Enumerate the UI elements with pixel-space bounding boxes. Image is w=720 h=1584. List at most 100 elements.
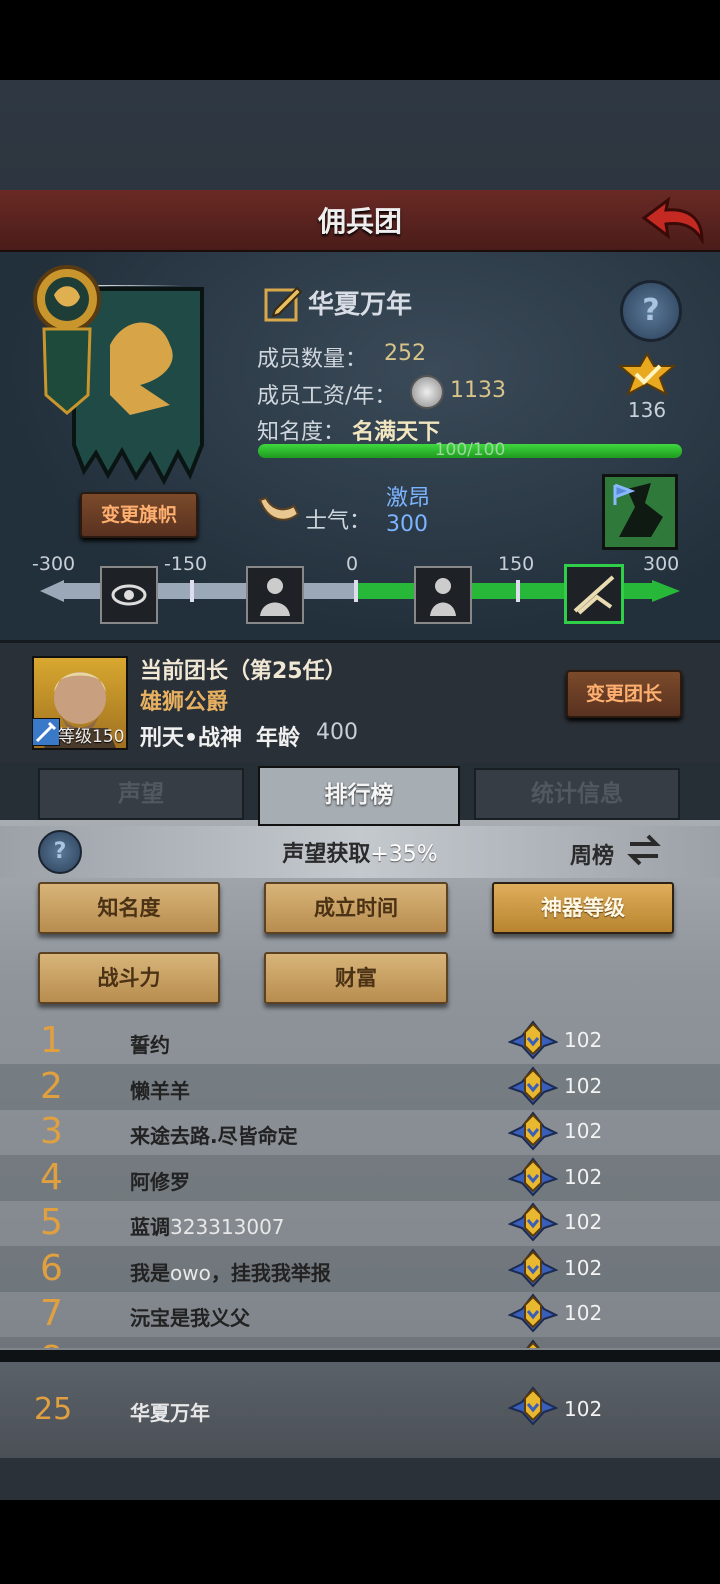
reputation-bonus: 声望获取+35% [200, 836, 520, 868]
calm-state-icon [414, 566, 472, 624]
table-row[interactable]: 3 来途去路.尽皆命定 102 [0, 1109, 720, 1155]
edit-name-icon[interactable] [263, 282, 303, 322]
bonus-label: 声望获取 [282, 842, 371, 867]
bottom-area [0, 1510, 720, 1584]
rank-value: 102 [564, 1164, 603, 1189]
members-label: 成员数量： [257, 347, 368, 372]
artifact-icon [507, 1247, 559, 1288]
category-power-button[interactable]: 战斗力 [38, 952, 220, 1004]
tab-leaderboard[interactable]: 排行榜 [258, 766, 460, 826]
rank-value: 102 [564, 1119, 603, 1143]
name-suffix: owo [170, 1260, 211, 1285]
rank-number: 4 [40, 1156, 63, 1198]
rank-value: 102 [564, 1028, 603, 1052]
name-text: 阿修罗 [130, 1169, 190, 1194]
guild-name-cell: 阿修罗 [130, 1166, 190, 1195]
wage-value: 1133 [450, 378, 506, 403]
leader-rank: 刑天•战神 [140, 726, 243, 751]
period-label[interactable]: 周榜 [570, 838, 614, 870]
depressed-state-icon [246, 566, 304, 624]
artifact-icon [507, 1020, 559, 1060]
name-text: 来途去路.尽皆命定 [130, 1124, 298, 1148]
rank-number: 2 [40, 1065, 63, 1107]
despair-state-icon [100, 566, 158, 624]
table-row[interactable]: 8 102 [0, 1336, 720, 1349]
sword-icon [32, 718, 60, 746]
horn-icon [258, 496, 300, 521]
artifact-icon [508, 1338, 558, 1348]
excited-state-icon [564, 564, 624, 624]
morale-value: 300 [386, 512, 428, 537]
age-value: 400 [316, 720, 358, 745]
morale-label: 士气： [305, 509, 372, 534]
ranking-list[interactable]: 1 誓约 102 2 懒羊羊 102 3 来途去路.尽皆命定 102 4 阿修罗 102 5 蓝调3233… [0, 1018, 720, 1348]
name-text: 沅宝是我义父 [130, 1306, 250, 1330]
rank-number: 7 [40, 1293, 63, 1334]
table-row[interactable]: 5 蓝调323313007 102 [0, 1200, 720, 1246]
table-row[interactable]: 7 沅宝是我义父 102 [0, 1291, 720, 1337]
name-suffix: 323313007 [170, 1215, 285, 1239]
tab-reputation[interactable]: 声望 [38, 768, 244, 820]
artifact-icon [507, 1293, 559, 1333]
self-ranking-row [0, 1362, 720, 1458]
scale-tick: 300 [643, 553, 680, 575]
change-leader-button[interactable]: 变更团长 [566, 670, 682, 718]
swap-icon[interactable] [626, 832, 662, 868]
leader-title: 当前团长（第25任） [140, 659, 347, 684]
rank-value: 102 [564, 1255, 603, 1280]
back-arrow-icon[interactable] [640, 196, 706, 244]
morale-state: 激昂 [386, 486, 431, 511]
help-icon[interactable]: ? [620, 280, 682, 342]
artifact-icon [507, 1111, 559, 1151]
guild-name-cell: 我是owo，挂我我举报 [130, 1257, 331, 1286]
table-row[interactable]: 2 懒羊羊 102 [0, 1063, 720, 1110]
fame-progress-text: 100/100 [434, 440, 506, 460]
tab-statistics[interactable]: 统计信息 [474, 768, 680, 820]
artifact-icon [507, 1156, 559, 1197]
leader-level: 等级150 [58, 727, 125, 747]
rank-number: 3 [40, 1111, 63, 1152]
name-tail: ，挂我我举报 [210, 1260, 331, 1285]
gold-medal-icon[interactable] [616, 352, 678, 396]
artifact-icon [507, 1202, 559, 1242]
page-title: 佣兵团 [317, 205, 402, 238]
artifact-icon [508, 1386, 558, 1426]
self-rank: 25 [34, 1392, 73, 1427]
leader-name: 雄狮公爵 [140, 690, 229, 715]
medal-count: 136 [627, 398, 667, 422]
guild-name-cell: 沅宝是我义父 [130, 1302, 250, 1331]
table-row[interactable]: 1 誓约 102 [0, 1018, 720, 1064]
rank-number: 8 [40, 1339, 63, 1349]
guild-name-cell: 誓约 [130, 1029, 170, 1058]
guild-name-cell: 蓝调323313007 [130, 1211, 285, 1240]
scale-tick: 150 [498, 553, 535, 575]
rank-number: 5 [40, 1202, 63, 1243]
name-text: 我是 [130, 1260, 170, 1285]
category-wealth-button[interactable]: 财富 [264, 952, 448, 1004]
status-bar-area [0, 0, 720, 80]
category-founded-button[interactable]: 成立时间 [264, 882, 448, 934]
name-text: 誓约 [130, 1033, 170, 1057]
scale-tick: -150 [164, 553, 208, 575]
table-row[interactable]: 6 我是owo，挂我我举报 102 [0, 1245, 720, 1292]
category-artifact-button[interactable]: 神器等级 [492, 882, 674, 934]
guild-name-cell: 来途去路.尽皆命定 [130, 1120, 298, 1149]
list-divider [0, 1350, 720, 1362]
change-flag-button[interactable]: 变更旗帜 [80, 492, 198, 538]
rank-value: 102 [564, 1073, 603, 1098]
bonus-percent: +35% [370, 842, 438, 867]
table-row[interactable]: 4 阿修罗 102 [0, 1154, 720, 1201]
ranking-help-icon[interactable]: ? [38, 830, 82, 874]
scale-tick: -300 [32, 553, 76, 575]
guild-name-cell: 懒羊羊 [130, 1075, 190, 1104]
artifact-icon [507, 1065, 559, 1106]
name-text: 懒羊羊 [130, 1078, 190, 1103]
guild-crest-icon [33, 265, 101, 415]
self-name: 华夏万年 [130, 1401, 210, 1425]
charge-morale-icon[interactable] [602, 474, 678, 550]
rank-value: 102 [564, 1301, 603, 1325]
rank-value: 102 [564, 1210, 603, 1234]
category-fame-button[interactable]: 知名度 [38, 882, 220, 934]
silver-coin-icon [410, 375, 444, 409]
name-text: 蓝调 [130, 1215, 170, 1239]
